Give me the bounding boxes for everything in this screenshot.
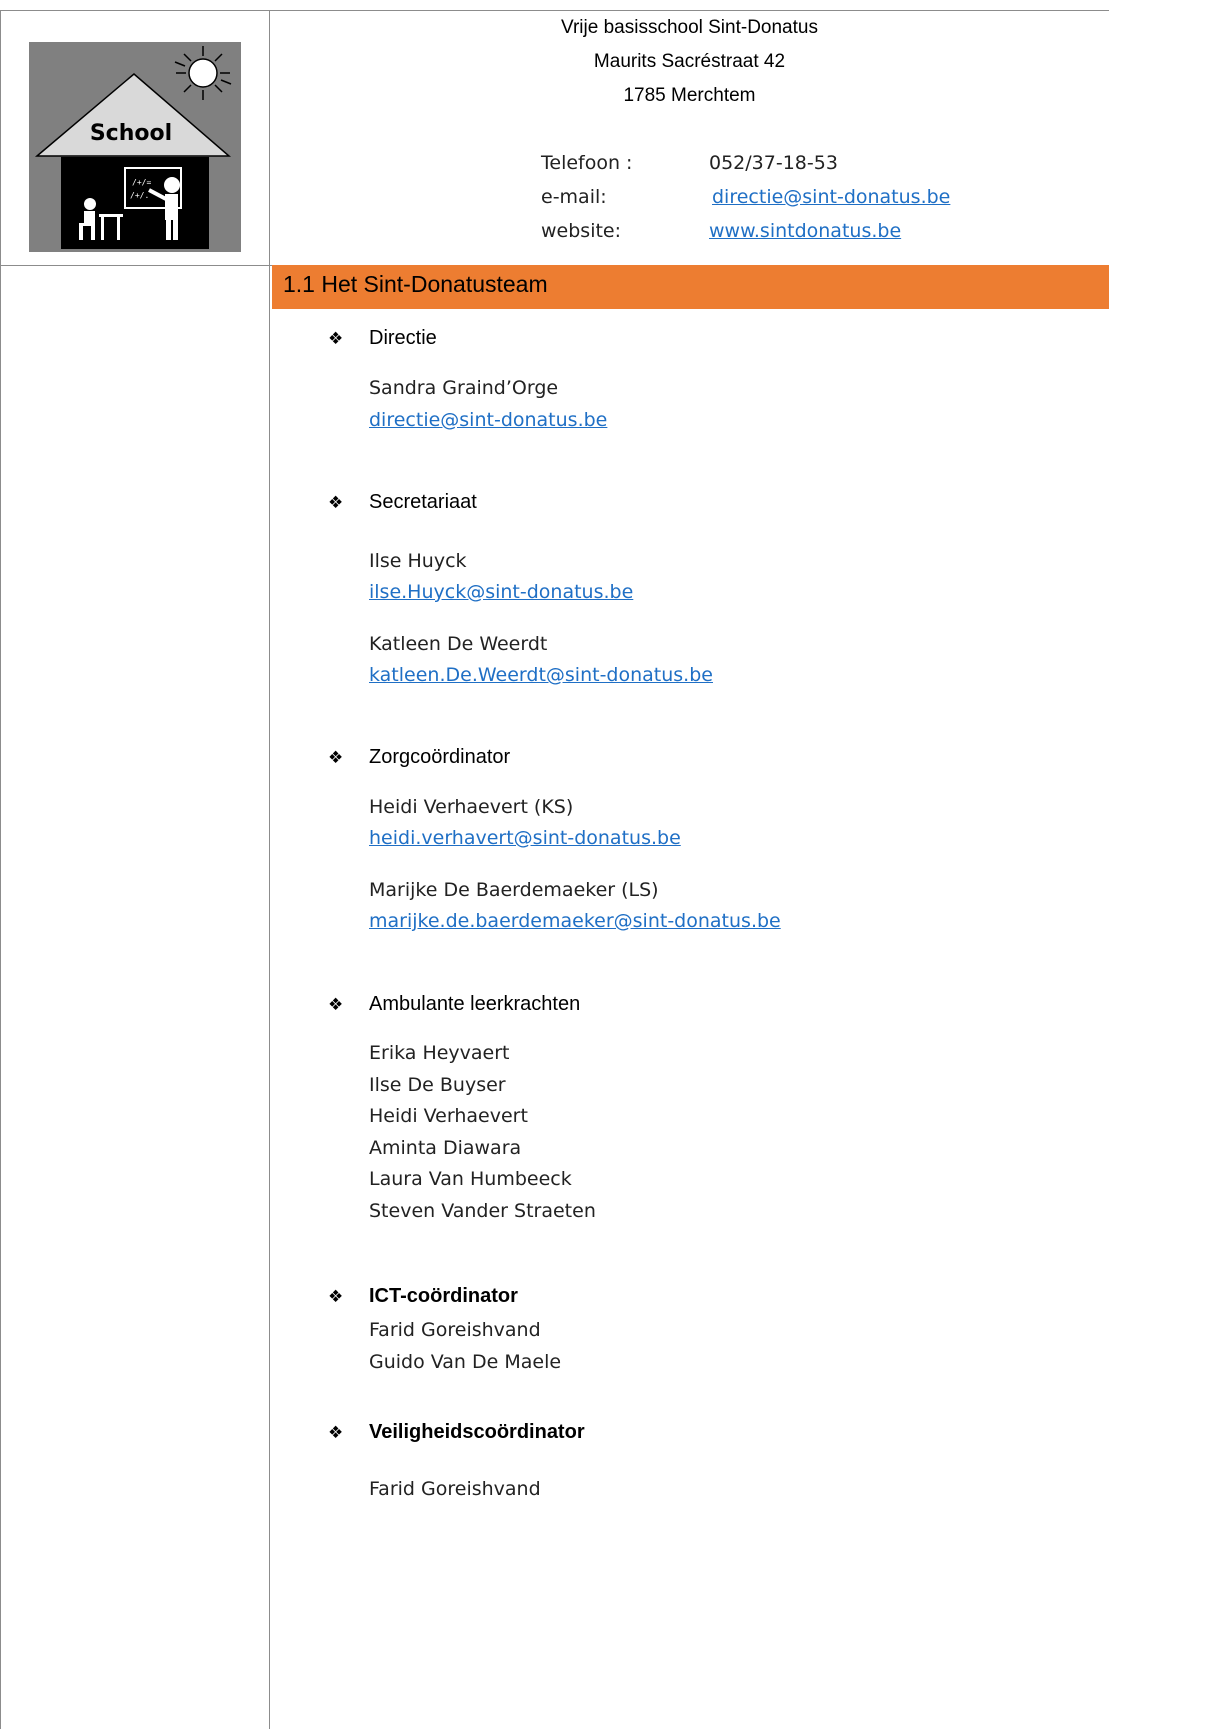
- staff-name: Farid Goreishvand: [369, 1478, 541, 1500]
- staff-email-link[interactable]: directie@sint-donatus.be: [369, 409, 607, 431]
- bullet-icon: ❖: [328, 1287, 344, 1307]
- bullet-icon: ❖: [328, 329, 344, 349]
- staff-email-link[interactable]: katleen.De.Weerdt@sint-donatus.be: [369, 664, 713, 686]
- staff-name: Heidi Verhaevert: [369, 1105, 528, 1127]
- svg-text:/+/.: /+/.: [130, 191, 149, 200]
- staff-name: Erika Heyvaert: [369, 1042, 510, 1064]
- school-logo: School /+/= /+/.: [29, 42, 241, 252]
- section-title: 1.1 Het Sint-Donatusteam: [283, 271, 548, 297]
- contact-email-link[interactable]: directie@sint-donatus.be: [712, 186, 950, 208]
- school-name: Vrije basisschool Sint-Donatus: [561, 17, 818, 38]
- staff-name: Aminta Diawara: [369, 1137, 522, 1159]
- logo-school-text: School: [90, 121, 172, 146]
- svg-text:/+/=: /+/=: [132, 178, 151, 187]
- bullet-icon: ❖: [328, 995, 344, 1015]
- staff-name: Laura Van Humbeeck: [369, 1168, 572, 1190]
- group-heading-ambulant: Ambulante leerkrachten: [369, 993, 581, 1015]
- staff-email-link[interactable]: heidi.verhavert@sint-donatus.be: [369, 827, 681, 849]
- bullet-icon: ❖: [328, 1423, 344, 1443]
- bullet-icon: ❖: [328, 748, 344, 768]
- staff-email-link[interactable]: ilse.Huyck@sint-donatus.be: [369, 581, 633, 603]
- staff-name: Ilse De Buyser: [369, 1074, 506, 1096]
- group-heading-ict: ICT-coördinator: [369, 1285, 518, 1307]
- staff-name: Farid Goreishvand: [369, 1319, 541, 1341]
- table-border-top: [0, 10, 1109, 11]
- staff-name: Katleen De Weerdt: [369, 633, 548, 655]
- staff-name: Guido Van De Maele: [369, 1351, 562, 1373]
- staff-name: Heidi Verhaevert (KS): [369, 796, 574, 818]
- staff-name: Marijke De Baerdemaeker (LS): [369, 879, 659, 901]
- contact-email-label: e-mail:: [541, 186, 607, 208]
- group-heading-zorgcoordinator: Zorgcoördinator: [369, 746, 511, 768]
- staff-name: Sandra Graind’Orge: [369, 377, 559, 399]
- bullet-icon: ❖: [328, 493, 344, 513]
- group-heading-directie: Directie: [369, 327, 437, 349]
- group-heading-secretariaat: Secretariaat: [369, 491, 477, 513]
- group-heading-veiligheid: Veiligheidscoördinator: [369, 1421, 585, 1443]
- staff-name: Steven Vander Straeten: [369, 1200, 596, 1222]
- contact-website-label: website:: [541, 220, 622, 242]
- school-street: Maurits Sacréstraat 42: [593, 51, 786, 72]
- contact-phone-label: Telefoon :: [541, 152, 633, 174]
- contact-phone-value: 052/37-18-53: [709, 152, 838, 174]
- contact-website-link[interactable]: www.sintdonatus.be: [709, 220, 901, 242]
- table-border-left: [0, 10, 1, 1729]
- table-column-divider: [269, 10, 270, 1729]
- staff-name: Ilse Huyck: [369, 550, 467, 572]
- staff-email-link[interactable]: marijke.de.baerdemaeker@sint-donatus.be: [369, 910, 781, 932]
- school-city: 1785 Merchtem: [623, 85, 756, 106]
